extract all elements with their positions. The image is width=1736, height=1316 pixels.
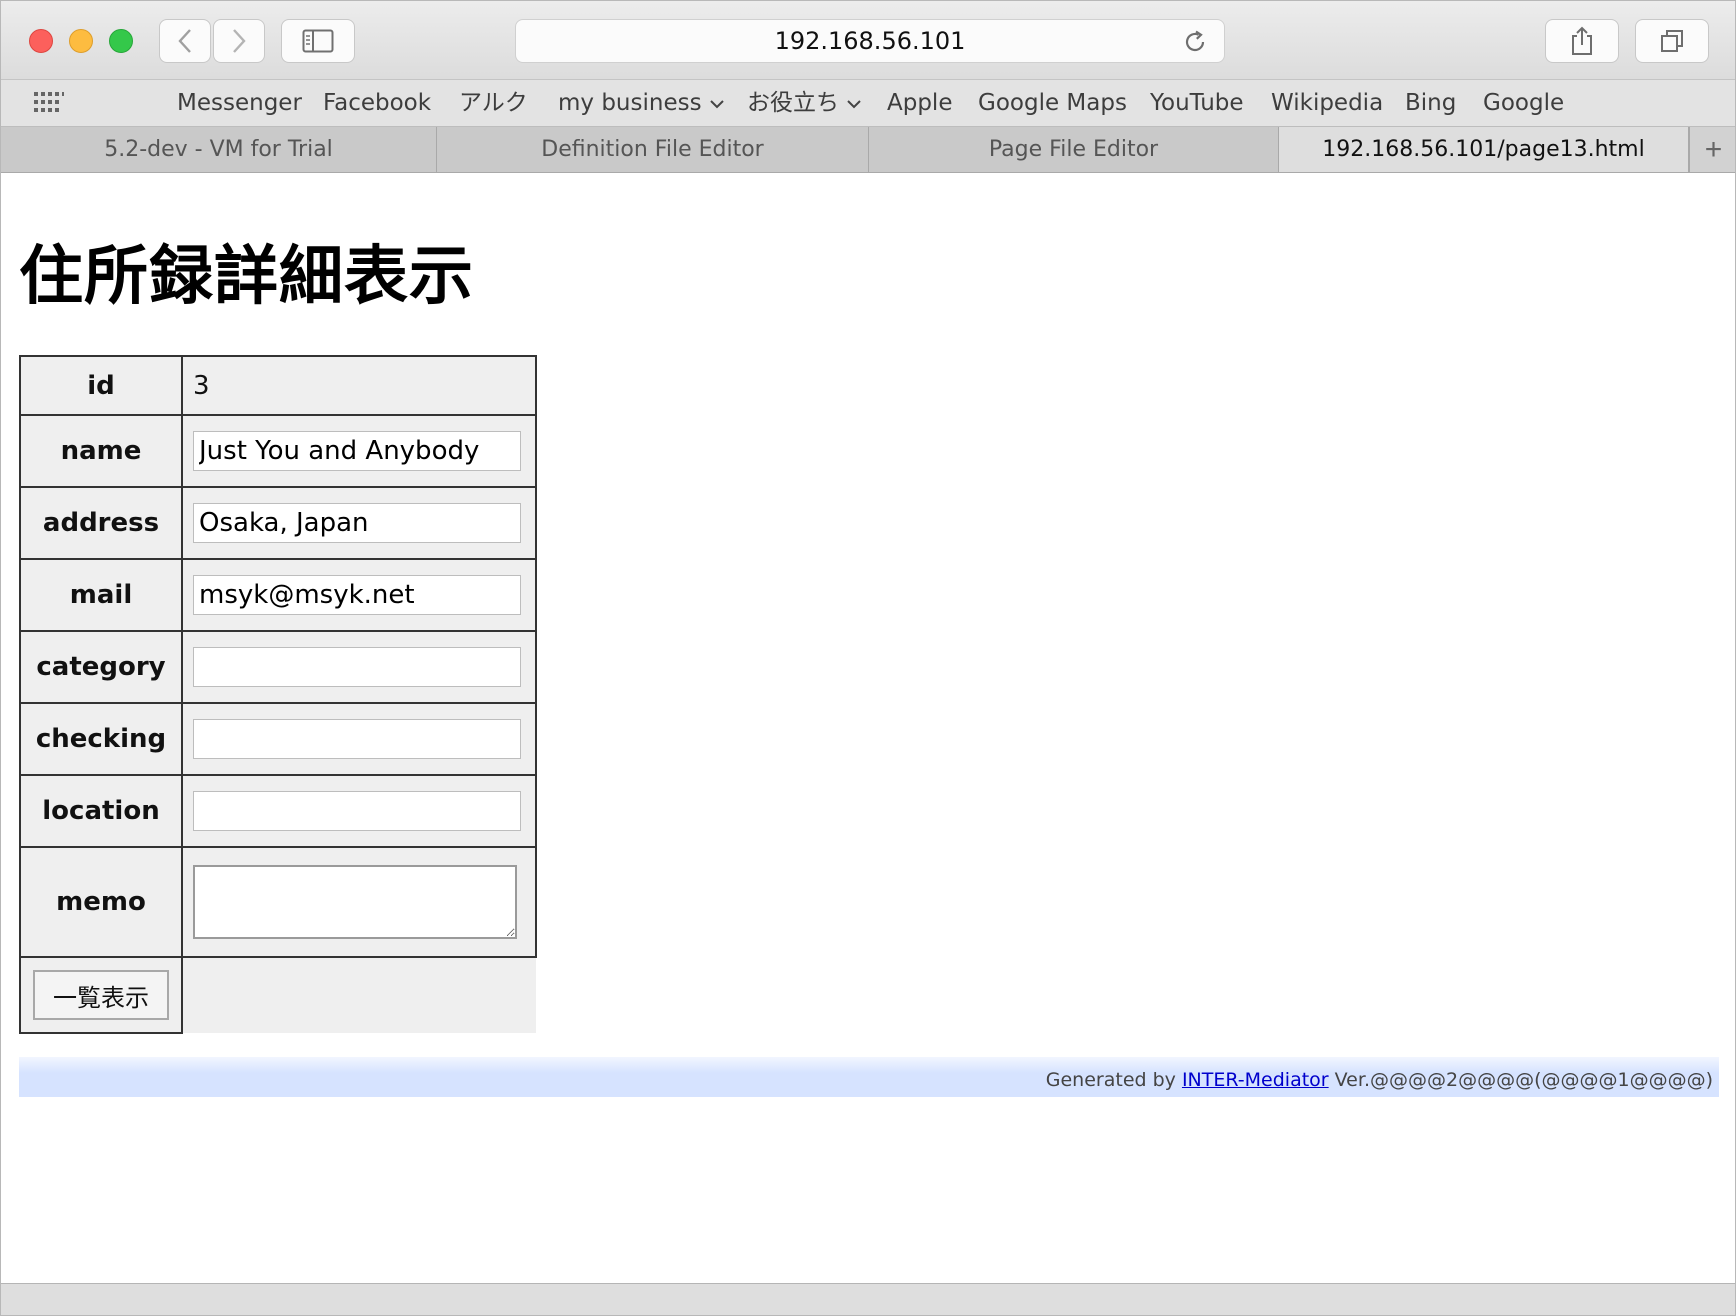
address-bar[interactable]: 192.168.56.101 <box>515 19 1225 63</box>
favorite-label: アルク <box>459 90 528 116</box>
page-content: 住所録詳細表示 id 3 name address mail category <box>1 173 1735 1283</box>
name-cell <box>181 414 537 488</box>
checking-cell <box>181 702 537 776</box>
tab-vm-for-trial[interactable]: 5.2-dev - VM for Trial <box>1 127 437 172</box>
location-label: location <box>19 774 183 848</box>
address-input[interactable] <box>193 503 521 543</box>
new-tab-button[interactable]: + <box>1689 127 1735 172</box>
empty-cell <box>182 957 536 1033</box>
sidebar-toggle-button[interactable] <box>281 19 355 63</box>
address-cell <box>181 486 537 560</box>
favorite-alc[interactable]: アルク <box>459 80 528 126</box>
favorite-label: Bing <box>1405 90 1457 116</box>
favorite-label: Google <box>1483 90 1565 116</box>
tab-definition-file-editor[interactable]: Definition File Editor <box>437 127 869 172</box>
favorite-label: Wikipedia <box>1271 90 1384 116</box>
table-row: address <box>19 486 537 560</box>
table-row: 一覧表示 <box>19 956 536 1034</box>
name-label: name <box>19 414 183 488</box>
list-view-button[interactable]: 一覧表示 <box>33 970 169 1020</box>
chevron-down-icon <box>847 99 861 108</box>
footer-version: Ver.@@@@2@@@@(@@@@1@@@@) <box>1328 1069 1713 1091</box>
footer-prefix: Generated by <box>1045 1069 1182 1091</box>
table-row: mail <box>19 558 537 632</box>
address-label: address <box>19 486 183 560</box>
footer: Generated by INTER-Mediator Ver.@@@@2@@@… <box>19 1057 1719 1097</box>
category-input[interactable] <box>193 647 521 687</box>
sidebar-icon <box>302 29 334 53</box>
tab-overview-button[interactable] <box>1635 19 1709 63</box>
tab-page-file-editor[interactable]: Page File Editor <box>869 127 1279 172</box>
memo-textarea[interactable] <box>193 865 517 939</box>
tab-bar: 5.2-dev - VM for Trial Definition File E… <box>1 127 1735 173</box>
status-bar <box>1 1283 1735 1315</box>
id-value: 3 <box>181 355 537 416</box>
table-row: checking <box>19 702 537 776</box>
memo-label: memo <box>19 846 183 958</box>
plus-icon: + <box>1704 132 1723 166</box>
favorite-google-maps[interactable]: Google Maps <box>978 80 1127 126</box>
browser-toolbar: 192.168.56.101 <box>1 1 1735 80</box>
location-cell <box>181 774 537 848</box>
favorite-bing[interactable]: Bing <box>1405 80 1456 126</box>
checking-label: checking <box>19 702 183 776</box>
browser-window: 192.168.56.101 Messenger Facebook アルク my… <box>0 0 1736 1316</box>
id-label: id <box>19 355 183 416</box>
share-button[interactable] <box>1545 19 1619 63</box>
table-row: location <box>19 774 537 848</box>
page-title: 住所録詳細表示 <box>19 240 474 314</box>
name-input[interactable] <box>193 431 521 471</box>
location-input[interactable] <box>193 791 521 831</box>
tab-label: Definition File Editor <box>541 137 764 162</box>
table-row: memo <box>19 846 537 958</box>
tabs-icon <box>1661 30 1683 52</box>
favorite-wikipedia[interactable]: Wikipedia <box>1271 80 1383 126</box>
footer-text: Generated by INTER-Mediator Ver.@@@@2@@@… <box>1046 1069 1713 1091</box>
tab-label: 192.168.56.101/page13.html <box>1322 137 1645 162</box>
favorite-label: YouTube <box>1150 90 1244 116</box>
favorites-bar: Messenger Facebook アルク my business お役立ち … <box>1 80 1735 127</box>
table-row: name <box>19 414 537 488</box>
favorite-folder-oyakudachi[interactable]: お役立ち <box>747 80 861 126</box>
share-icon <box>1572 26 1592 55</box>
favorite-label: Messenger <box>177 90 302 116</box>
close-window-button[interactable] <box>29 29 53 53</box>
tab-label: Page File Editor <box>988 137 1159 162</box>
mail-label: mail <box>19 558 183 632</box>
favorite-messenger[interactable]: Messenger <box>177 80 302 126</box>
chevron-right-icon <box>233 29 246 53</box>
favorite-label: Apple <box>887 90 953 116</box>
mail-cell <box>181 558 537 632</box>
mail-input[interactable] <box>193 575 521 615</box>
reload-icon[interactable] <box>1182 29 1208 55</box>
favorite-google[interactable]: Google <box>1483 80 1564 126</box>
table-row: id 3 <box>19 355 537 416</box>
favorite-facebook[interactable]: Facebook <box>323 80 431 126</box>
forward-button[interactable] <box>213 19 265 63</box>
address-bar-url: 192.168.56.101 <box>774 27 966 55</box>
favorite-label: Google Maps <box>978 90 1127 116</box>
category-cell <box>181 630 537 704</box>
favorite-folder-my-business[interactable]: my business <box>558 80 724 126</box>
favorite-label: my business <box>558 90 702 116</box>
address-detail-table: id 3 name address mail category checking <box>19 355 537 1034</box>
back-button[interactable] <box>159 19 211 63</box>
button-cell: 一覧表示 <box>19 956 183 1034</box>
zoom-window-button[interactable] <box>109 29 133 53</box>
favorite-label: お役立ち <box>747 90 839 116</box>
favorite-label: Facebook <box>323 90 432 116</box>
favorite-apple[interactable]: Apple <box>887 80 952 126</box>
table-row: category <box>19 630 537 704</box>
category-label: category <box>19 630 183 704</box>
tab-label: 5.2-dev - VM for Trial <box>104 137 333 162</box>
inter-mediator-link[interactable]: INTER-Mediator <box>1182 1069 1329 1091</box>
chevron-down-icon <box>709 99 724 108</box>
minimize-window-button[interactable] <box>69 29 93 53</box>
memo-cell <box>181 846 537 958</box>
show-all-bookmarks-icon[interactable] <box>34 92 64 114</box>
favorite-youtube[interactable]: YouTube <box>1150 80 1244 126</box>
checking-input[interactable] <box>193 719 521 759</box>
chevron-left-icon <box>178 29 191 53</box>
tab-page13[interactable]: 192.168.56.101/page13.html <box>1279 127 1689 172</box>
